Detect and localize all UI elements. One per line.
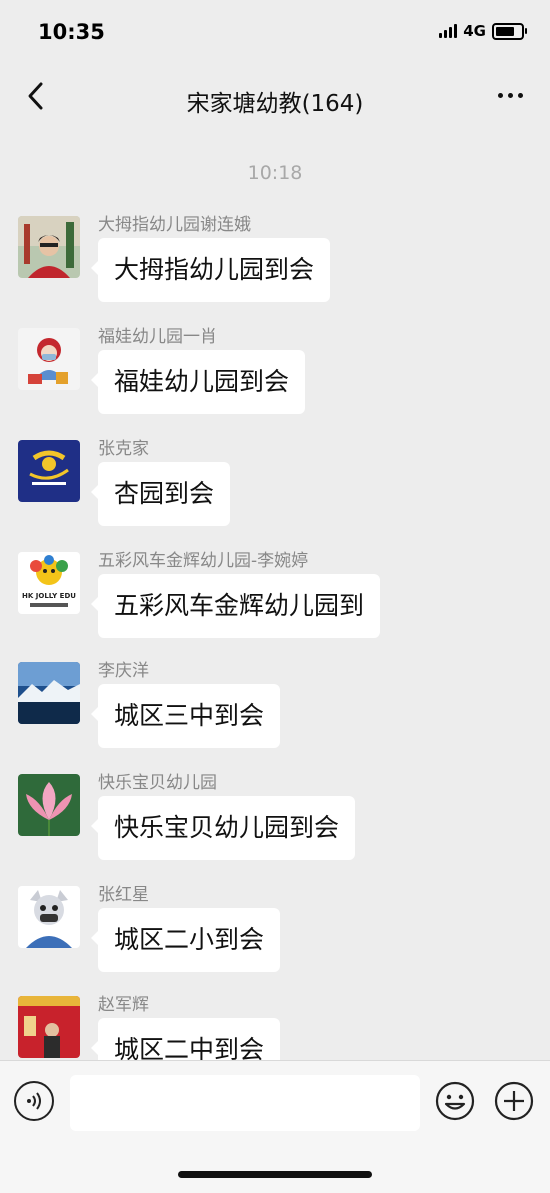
message-bubble[interactable]: 城区二小到会: [90, 908, 281, 972]
plus-icon: [494, 1081, 534, 1121]
avatar[interactable]: [18, 886, 80, 948]
message-bubble[interactable]: 五彩风车金辉幼儿园到: [90, 574, 381, 638]
sender-name: 李庆洋: [98, 661, 149, 681]
message-bubble[interactable]: 杏园到会: [90, 462, 231, 526]
more-button[interactable]: [490, 80, 530, 110]
sender-name: 五彩风车金辉幼儿园-李婉婷: [98, 551, 309, 571]
message-bubble[interactable]: 城区二中到会: [90, 1018, 281, 1060]
voice-button[interactable]: [14, 1081, 54, 1121]
voice-icon: [27, 1092, 41, 1110]
message-bubble[interactable]: 大拇指幼儿园到会: [90, 238, 331, 302]
plus-button[interactable]: [494, 1081, 534, 1121]
more-dot: [507, 92, 513, 98]
message-bubble[interactable]: 城区三中到会: [90, 684, 281, 748]
chat-title: 宋家塘幼教(164): [186, 91, 364, 117]
sender-name: 快乐宝贝幼儿园: [98, 773, 217, 793]
status-time: 10:35: [38, 20, 105, 44]
avatar[interactable]: HK JOLLY EDU: [18, 552, 80, 614]
emoji-icon: [435, 1081, 475, 1121]
battery-icon: [492, 22, 527, 40]
message-bubble[interactable]: 快乐宝贝幼儿园到会: [90, 796, 356, 860]
avatar[interactable]: [18, 662, 80, 724]
network-label: 4G: [463, 22, 486, 40]
chat-header: 宋家塘幼教(164): [0, 62, 550, 132]
message-input[interactable]: [70, 1075, 420, 1131]
emoji-button[interactable]: [435, 1081, 475, 1121]
avatar[interactable]: [18, 774, 80, 836]
status-bar: 10:35 4G: [0, 0, 550, 62]
sender-name: 大拇指幼儿园谢连娥: [98, 215, 251, 235]
more-dots-icon: [497, 92, 503, 98]
message-timestamp: 10:18: [247, 162, 303, 184]
sender-name: 赵军辉: [98, 995, 149, 1015]
sender-name: 张红星: [98, 885, 149, 905]
avatar-logo-text: HK JOLLY EDU: [22, 592, 76, 600]
message-bubble[interactable]: 福娃幼儿园到会: [90, 350, 306, 414]
home-indicator[interactable]: [178, 1171, 372, 1178]
status-indicators: 4G: [439, 22, 527, 40]
sender-name: 福娃幼儿园一肖: [98, 327, 217, 347]
avatar[interactable]: [18, 328, 80, 390]
avatar[interactable]: [18, 216, 80, 278]
signal-icon: [439, 24, 458, 38]
chat-area[interactable]: 10:18 大拇指幼儿园谢连娥 大拇指幼儿园到会 福娃幼儿园一肖 福娃幼儿园到会…: [0, 140, 550, 1060]
more-dot: [517, 92, 523, 98]
sender-name: 张克家: [98, 439, 149, 459]
avatar[interactable]: [18, 440, 80, 502]
avatar[interactable]: [18, 996, 80, 1058]
